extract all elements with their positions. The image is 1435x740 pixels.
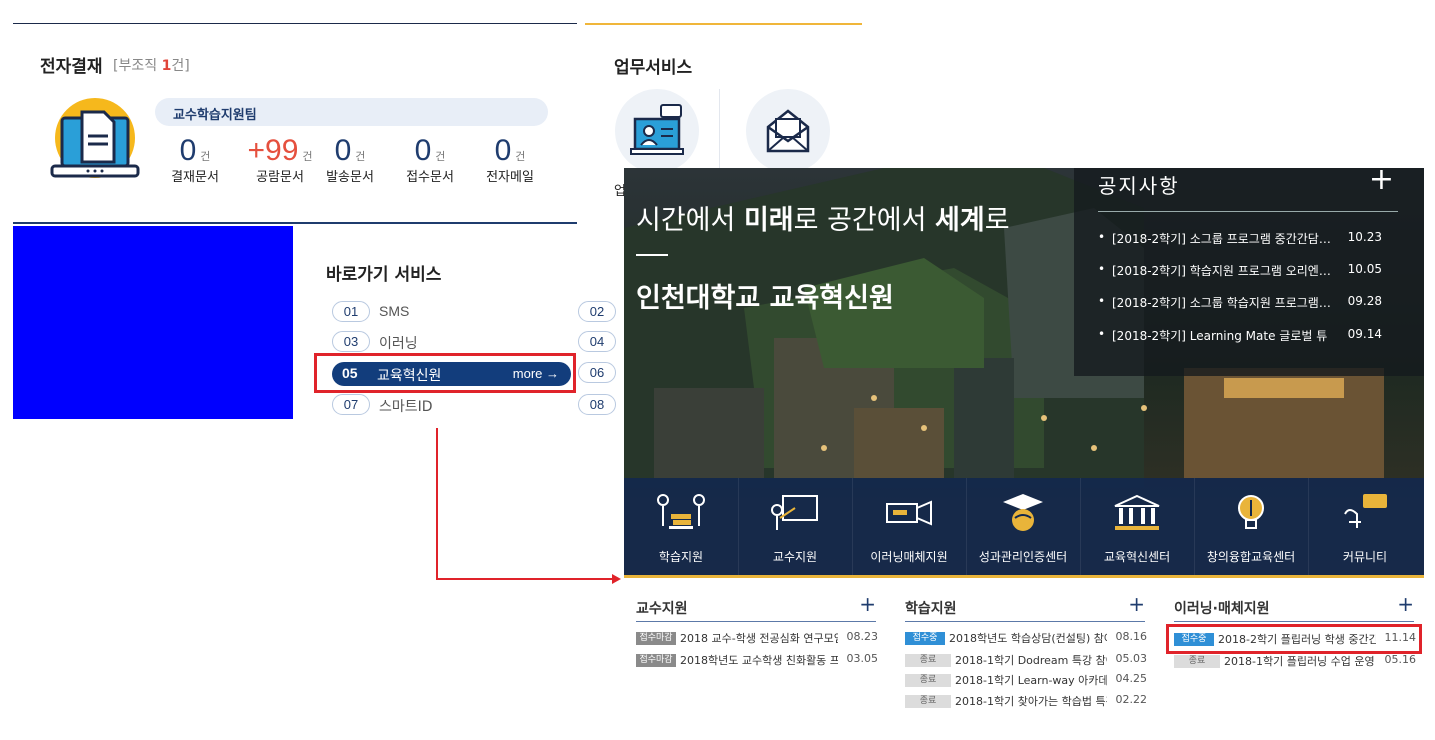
slogan-divider <box>636 254 668 256</box>
mail-icon <box>766 109 810 153</box>
teacher-board-icon <box>771 495 818 530</box>
menu-innovation-center[interactable]: 교육혁신센터 <box>1080 478 1195 575</box>
approval-sub-count[interactable]: [부조직 1건] <box>113 55 190 75</box>
shortcut-num-03[interactable]: 03 <box>332 331 370 352</box>
list-item[interactable]: 종료2018-1학기 찾아가는 학습법 특강…02.22 <box>905 693 1147 709</box>
highlight-box-elearning <box>1166 624 1422 654</box>
community-chat-icon <box>1344 494 1387 528</box>
shortcut-label-elearning[interactable]: 이러닝 <box>379 333 418 353</box>
shortcut-num-01[interactable]: 01 <box>332 301 370 322</box>
laptop-document-icon <box>50 98 140 178</box>
camera-icon <box>886 500 932 526</box>
list-item[interactable]: 종료2018-1학기 Dodream 특강 참여 신청05.03 <box>905 652 1147 668</box>
section-title: 이러닝·매체지원 <box>1174 601 1270 617</box>
menu-professor-support[interactable]: 교수지원 <box>738 478 853 575</box>
lightbulb-icon <box>1238 495 1264 529</box>
section-title: 학습지원 <box>905 601 957 617</box>
highlight-box-shortcut <box>314 353 576 393</box>
section-title: 교수지원 <box>636 601 688 617</box>
institute-main-visual: 시간에서 미래로 공간에서 세계로 인천대학교 교육혁신원 공지사항 + • [2… <box>624 168 1424 578</box>
team-name-bar: 교수학습지원팀 <box>155 98 548 126</box>
count-email[interactable]: 0건 전자메일 <box>470 134 550 185</box>
shortcut-num-02[interactable]: 02 <box>578 301 616 322</box>
students-books-icon <box>657 494 705 529</box>
shortcut-num-07[interactable]: 07 <box>332 394 370 415</box>
notice-title: 공지사항 <box>1098 174 1180 198</box>
section-divider <box>1174 621 1414 622</box>
section-more-plus-icon[interactable]: + <box>1128 592 1145 616</box>
shortcut-label-smartid[interactable]: 스마트ID <box>379 396 433 416</box>
notice-more-plus-icon[interactable]: + <box>1369 168 1394 197</box>
notice-item[interactable]: • [2018-2학기] 소그룹 프로그램 중간간담… 10.23 <box>1098 230 1398 247</box>
blue-placeholder-block <box>13 226 293 419</box>
shortcut-num-04[interactable]: 04 <box>578 331 616 352</box>
notice-board: 공지사항 + • [2018-2학기] 소그룹 프로그램 중간간담… 10.23 •… <box>1074 168 1424 376</box>
slogan: 시간에서 미래로 공간에서 세계로 <box>636 205 1010 236</box>
list-item[interactable]: 종료2018-1학기 플립러닝 수업 운영 강…05.16 <box>1174 653 1416 669</box>
notice-item[interactable]: • [2018-2학기] Learning Mate 글로벌 튜 09.14 <box>1098 327 1398 344</box>
profile-chat-icon <box>630 104 684 155</box>
notice-divider <box>1098 211 1398 212</box>
menu-convergence-center[interactable]: 창의융합교육센터 <box>1194 478 1309 575</box>
list-item[interactable]: 접수마감 2018 교수-학생 전공심화 연구모임… 08.23 <box>636 630 878 646</box>
section-divider <box>636 621 876 622</box>
work-service-title: 업무서비스 <box>614 58 693 78</box>
quick-menu-bar: 학습지원 교수지원 이러닝매체지원 성과관리인증센터 교육혁신센터 창의융합교육… <box>624 478 1424 575</box>
shortcut-label-sms[interactable]: SMS <box>379 303 409 319</box>
section-divider <box>905 621 1145 622</box>
institute-title: 인천대학교 교육혁신원 <box>636 283 894 314</box>
notice-item[interactable]: • [2018-2학기] 소그룹 학습지원 프로그램… 09.28 <box>1098 294 1398 311</box>
menu-performance-center[interactable]: 성과관리인증센터 <box>966 478 1081 575</box>
work-divider <box>719 89 720 179</box>
shortcut-service-panel: 바로가기 서비스 01 SMS 03 이러닝 05 교육혁신원 more → 0… <box>296 226 626 426</box>
menu-learning-support[interactable]: 학습지원 <box>624 478 739 575</box>
count-sent-docs[interactable]: 0건 발송문서 <box>310 134 390 185</box>
shortcut-title: 바로가기 서비스 <box>326 265 442 285</box>
team-name: 교수학습지원팀 <box>173 108 257 123</box>
notice-item[interactable]: • [2018-2학기] 학습지원 프로그램 오리엔… 10.05 <box>1098 262 1398 279</box>
shortcut-num-06[interactable]: 06 <box>578 362 616 383</box>
gold-divider <box>624 575 1424 578</box>
list-item[interactable]: 접수중2018학년도 학습상담(컨설팅) 참여…08.16 <box>905 630 1147 646</box>
institution-building-icon <box>1114 494 1160 530</box>
menu-elearning-media[interactable]: 이러닝매체지원 <box>852 478 967 575</box>
count-received-docs[interactable]: 0건 접수문서 <box>390 134 470 185</box>
count-approval-docs[interactable]: 0건 결재문서 <box>155 134 235 185</box>
work-service-item-2[interactable] <box>746 89 830 173</box>
section-more-plus-icon[interactable]: + <box>859 592 876 616</box>
approval-panel: 전자결재 [부조직 1건] 교수학습지원팀 0건 결재문서 +99 건 공람문서 … <box>13 23 577 224</box>
section-more-plus-icon[interactable]: + <box>1397 592 1414 616</box>
approval-title: 전자결재 <box>40 57 103 77</box>
list-item[interactable]: 종료2018-1학기 Learn-way 아카데미…04.25 <box>905 672 1147 688</box>
menu-community[interactable]: 커뮤니티 <box>1308 478 1422 575</box>
list-item[interactable]: 접수마감2018학년도 교수학생 친화활동 프로…03.05 <box>636 652 878 668</box>
work-service-item-1[interactable] <box>615 89 699 173</box>
graduation-globe-icon <box>1003 494 1043 531</box>
shortcut-num-08[interactable]: 08 <box>578 394 616 415</box>
